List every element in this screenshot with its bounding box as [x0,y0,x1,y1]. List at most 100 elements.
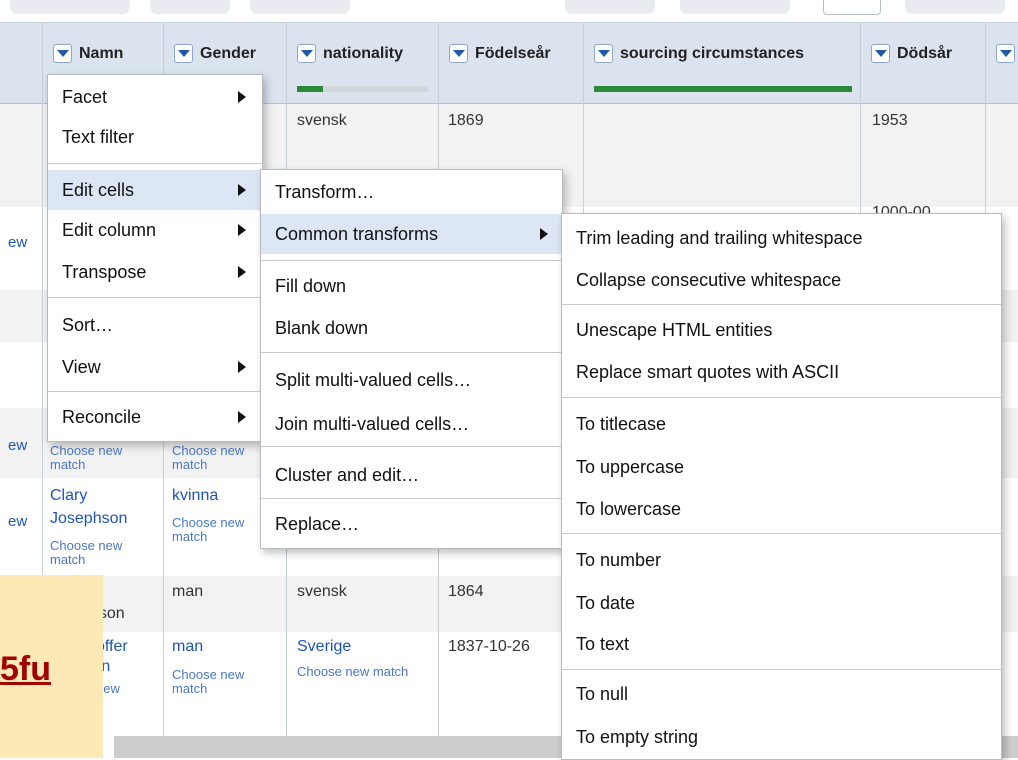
choose-new-match-link[interactable]: Choose new match [50,539,150,567]
menu-item-label: Join multi-valued cells… [275,414,470,434]
cell-nationality[interactable]: svensk [297,112,347,130]
menu-item-to-date[interactable]: To date [562,583,1001,623]
menu-item-edit-column[interactable]: Edit column [48,210,262,250]
choose-new-match-link[interactable]: Choose new match [172,444,264,472]
submenu-arrow-icon [238,224,246,236]
cell-nationality[interactable]: svensk [297,583,347,601]
cell-birth-year[interactable]: 1869 [448,112,484,130]
column-name: Namn [79,45,124,62]
menu-item-uppercase[interactable]: To uppercase [562,447,1001,487]
cell-nationality-link[interactable]: Sverige [297,638,351,656]
view-link[interactable]: ew [8,437,27,454]
menu-separator [261,498,562,499]
column-menu-dropdown-icon[interactable] [996,44,1015,63]
menu-item-label: To text [576,634,630,654]
menu-item-trim-whitespace[interactable]: Trim leading and trailing whitespace [562,218,1001,258]
menu-item-replace[interactable]: Replace… [261,504,562,544]
column-header-dodsar: Dödsår [861,23,985,103]
toolbar-pill[interactable] [10,0,130,14]
cell-gender-link[interactable]: kvinna [172,487,218,505]
menu-item-label: Transpose [62,262,147,282]
menu-item-label: View [62,357,101,377]
column-context-menu: Facet Text filter Edit cells Edit column… [47,74,263,442]
menu-item-label: Sort… [62,315,114,335]
column-menu-dropdown-icon[interactable] [449,44,468,63]
menu-item-view[interactable]: View [48,347,262,387]
column-menu-dropdown-icon[interactable] [594,44,613,63]
menu-separator [562,397,1001,398]
choose-new-match-link[interactable]: Choose new match [50,444,150,472]
facet-progress-fill [297,86,324,92]
menu-item-replace-smart-quotes[interactable]: Replace smart quotes with ASCII [562,352,1001,392]
menu-item-label: Unescape HTML entities [576,320,773,340]
menu-item-to-null[interactable]: To null [562,674,1001,714]
menu-item-collapse-whitespace[interactable]: Collapse consecutive whitespace [562,260,1001,300]
column-menu-dropdown-icon[interactable] [871,44,890,63]
menu-item-transform[interactable]: Transform… [261,172,562,212]
menu-item-to-number[interactable]: To number [562,540,1001,580]
menu-item-label: Transform… [275,182,375,202]
menu-item-label: Facet [62,87,108,107]
menu-item-label: To date [576,593,636,613]
column-menu-dropdown-icon[interactable] [53,44,72,63]
toolbar-pill[interactable] [905,0,1005,14]
cell-gender-link[interactable]: man [172,638,203,656]
facet-progress-bar [594,86,852,92]
menu-separator [562,533,1001,534]
column-menu-dropdown-icon[interactable] [297,44,316,63]
menu-item-edit-cells[interactable]: Edit cells [48,170,262,210]
menu-separator [261,446,562,447]
toolbar-pill[interactable] [150,0,230,14]
submenu-arrow-icon [540,228,548,240]
toolbar-input-box[interactable] [823,0,881,15]
menu-item-facet[interactable]: Facet [48,77,262,117]
choose-new-match-link[interactable]: Choose new match [172,516,264,544]
menu-item-to-empty-string[interactable]: To empty string [562,717,1001,757]
cell-name-link[interactable]: Josephson [50,510,127,528]
column-name: Födelseår [475,45,551,62]
menu-separator [562,669,1001,670]
toolbar-pill[interactable] [680,0,790,14]
menu-item-label: To null [576,684,629,704]
column-name: Gender [200,45,257,62]
menu-item-transpose[interactable]: Transpose [48,252,262,292]
view-link[interactable]: ew [8,234,27,251]
menu-item-split-multi-valued[interactable]: Split multi-valued cells… [261,360,562,400]
menu-item-fill-down[interactable]: Fill down [261,266,562,306]
choose-new-match-link[interactable]: Choose new match [172,668,264,696]
cell-name-link[interactable]: Clary [50,487,87,505]
cell-gender[interactable]: man [172,583,203,601]
menu-item-label: Text filter [62,127,135,147]
menu-item-label: Trim leading and trailing whitespace [576,228,863,248]
menu-item-common-transforms[interactable]: Common transforms [261,214,562,254]
view-link[interactable]: ew [8,513,27,530]
menu-item-label: Reconcile [62,407,142,427]
menu-item-join-multi-valued[interactable]: Join multi-valued cells… [261,404,562,444]
cell-death-year[interactable]: 1953 [872,112,908,130]
menu-item-lowercase[interactable]: To lowercase [562,489,1001,529]
menu-item-label: Edit column [62,220,157,240]
column-header-nationality: nationality [287,23,438,103]
submenu-arrow-icon [238,411,246,423]
menu-item-label: Common transforms [275,224,439,244]
menu-item-text-filter[interactable]: Text filter [48,117,262,157]
menu-item-blank-down[interactable]: Blank down [261,308,562,348]
submenu-arrow-icon [238,361,246,373]
menu-item-label: Collapse consecutive whitespace [576,270,842,290]
column-name: sourcing circumstances [620,45,805,62]
menu-item-to-text[interactable]: To text [562,624,1001,664]
toolbar-pill[interactable] [250,0,350,14]
toolbar-pill[interactable] [565,0,655,14]
menu-item-cluster-and-edit[interactable]: Cluster and edit… [261,455,562,495]
column-menu-dropdown-icon[interactable] [174,44,193,63]
cell-birth-year[interactable]: 1864 [448,583,484,601]
menu-item-label: Cluster and edit… [275,465,420,485]
menu-item-sort[interactable]: Sort… [48,305,262,345]
menu-item-titlecase[interactable]: To titlecase [562,404,1001,444]
menu-item-label: To number [576,550,662,570]
menu-item-unescape-html[interactable]: Unescape HTML entities [562,310,1001,350]
cell-birth-year[interactable]: 1837-10-26 [448,638,530,656]
menu-item-reconcile[interactable]: Reconcile [48,397,262,437]
menu-item-label: To empty string [576,727,699,747]
choose-new-match-link[interactable]: Choose new match [297,665,408,679]
